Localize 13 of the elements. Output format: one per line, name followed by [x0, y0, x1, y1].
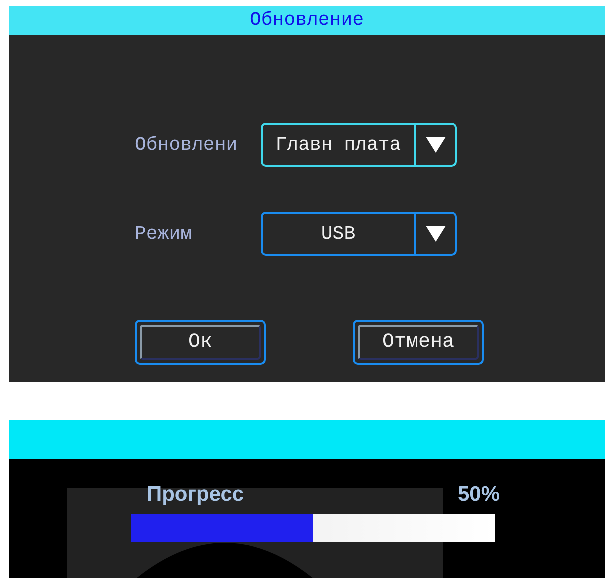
ok-button[interactable]: Ок — [135, 320, 266, 365]
progress-label: Прогресс — [147, 482, 244, 508]
caret-icon — [424, 136, 446, 154]
progress-reading: 50% — [458, 482, 500, 508]
cancel-button[interactable]: Отмена — [353, 320, 484, 365]
dropdown-value: USB — [320, 222, 357, 247]
window-title: Обновление — [250, 8, 364, 34]
field-label: Обновлени — [135, 132, 239, 158]
dropdown[interactable]: USB — [261, 212, 457, 256]
caret-icon — [424, 225, 446, 243]
dropdown[interactable]: Главн плата — [261, 123, 457, 167]
field-label: Режим — [135, 222, 194, 247]
dropdown-value: Главн плата — [274, 132, 402, 158]
